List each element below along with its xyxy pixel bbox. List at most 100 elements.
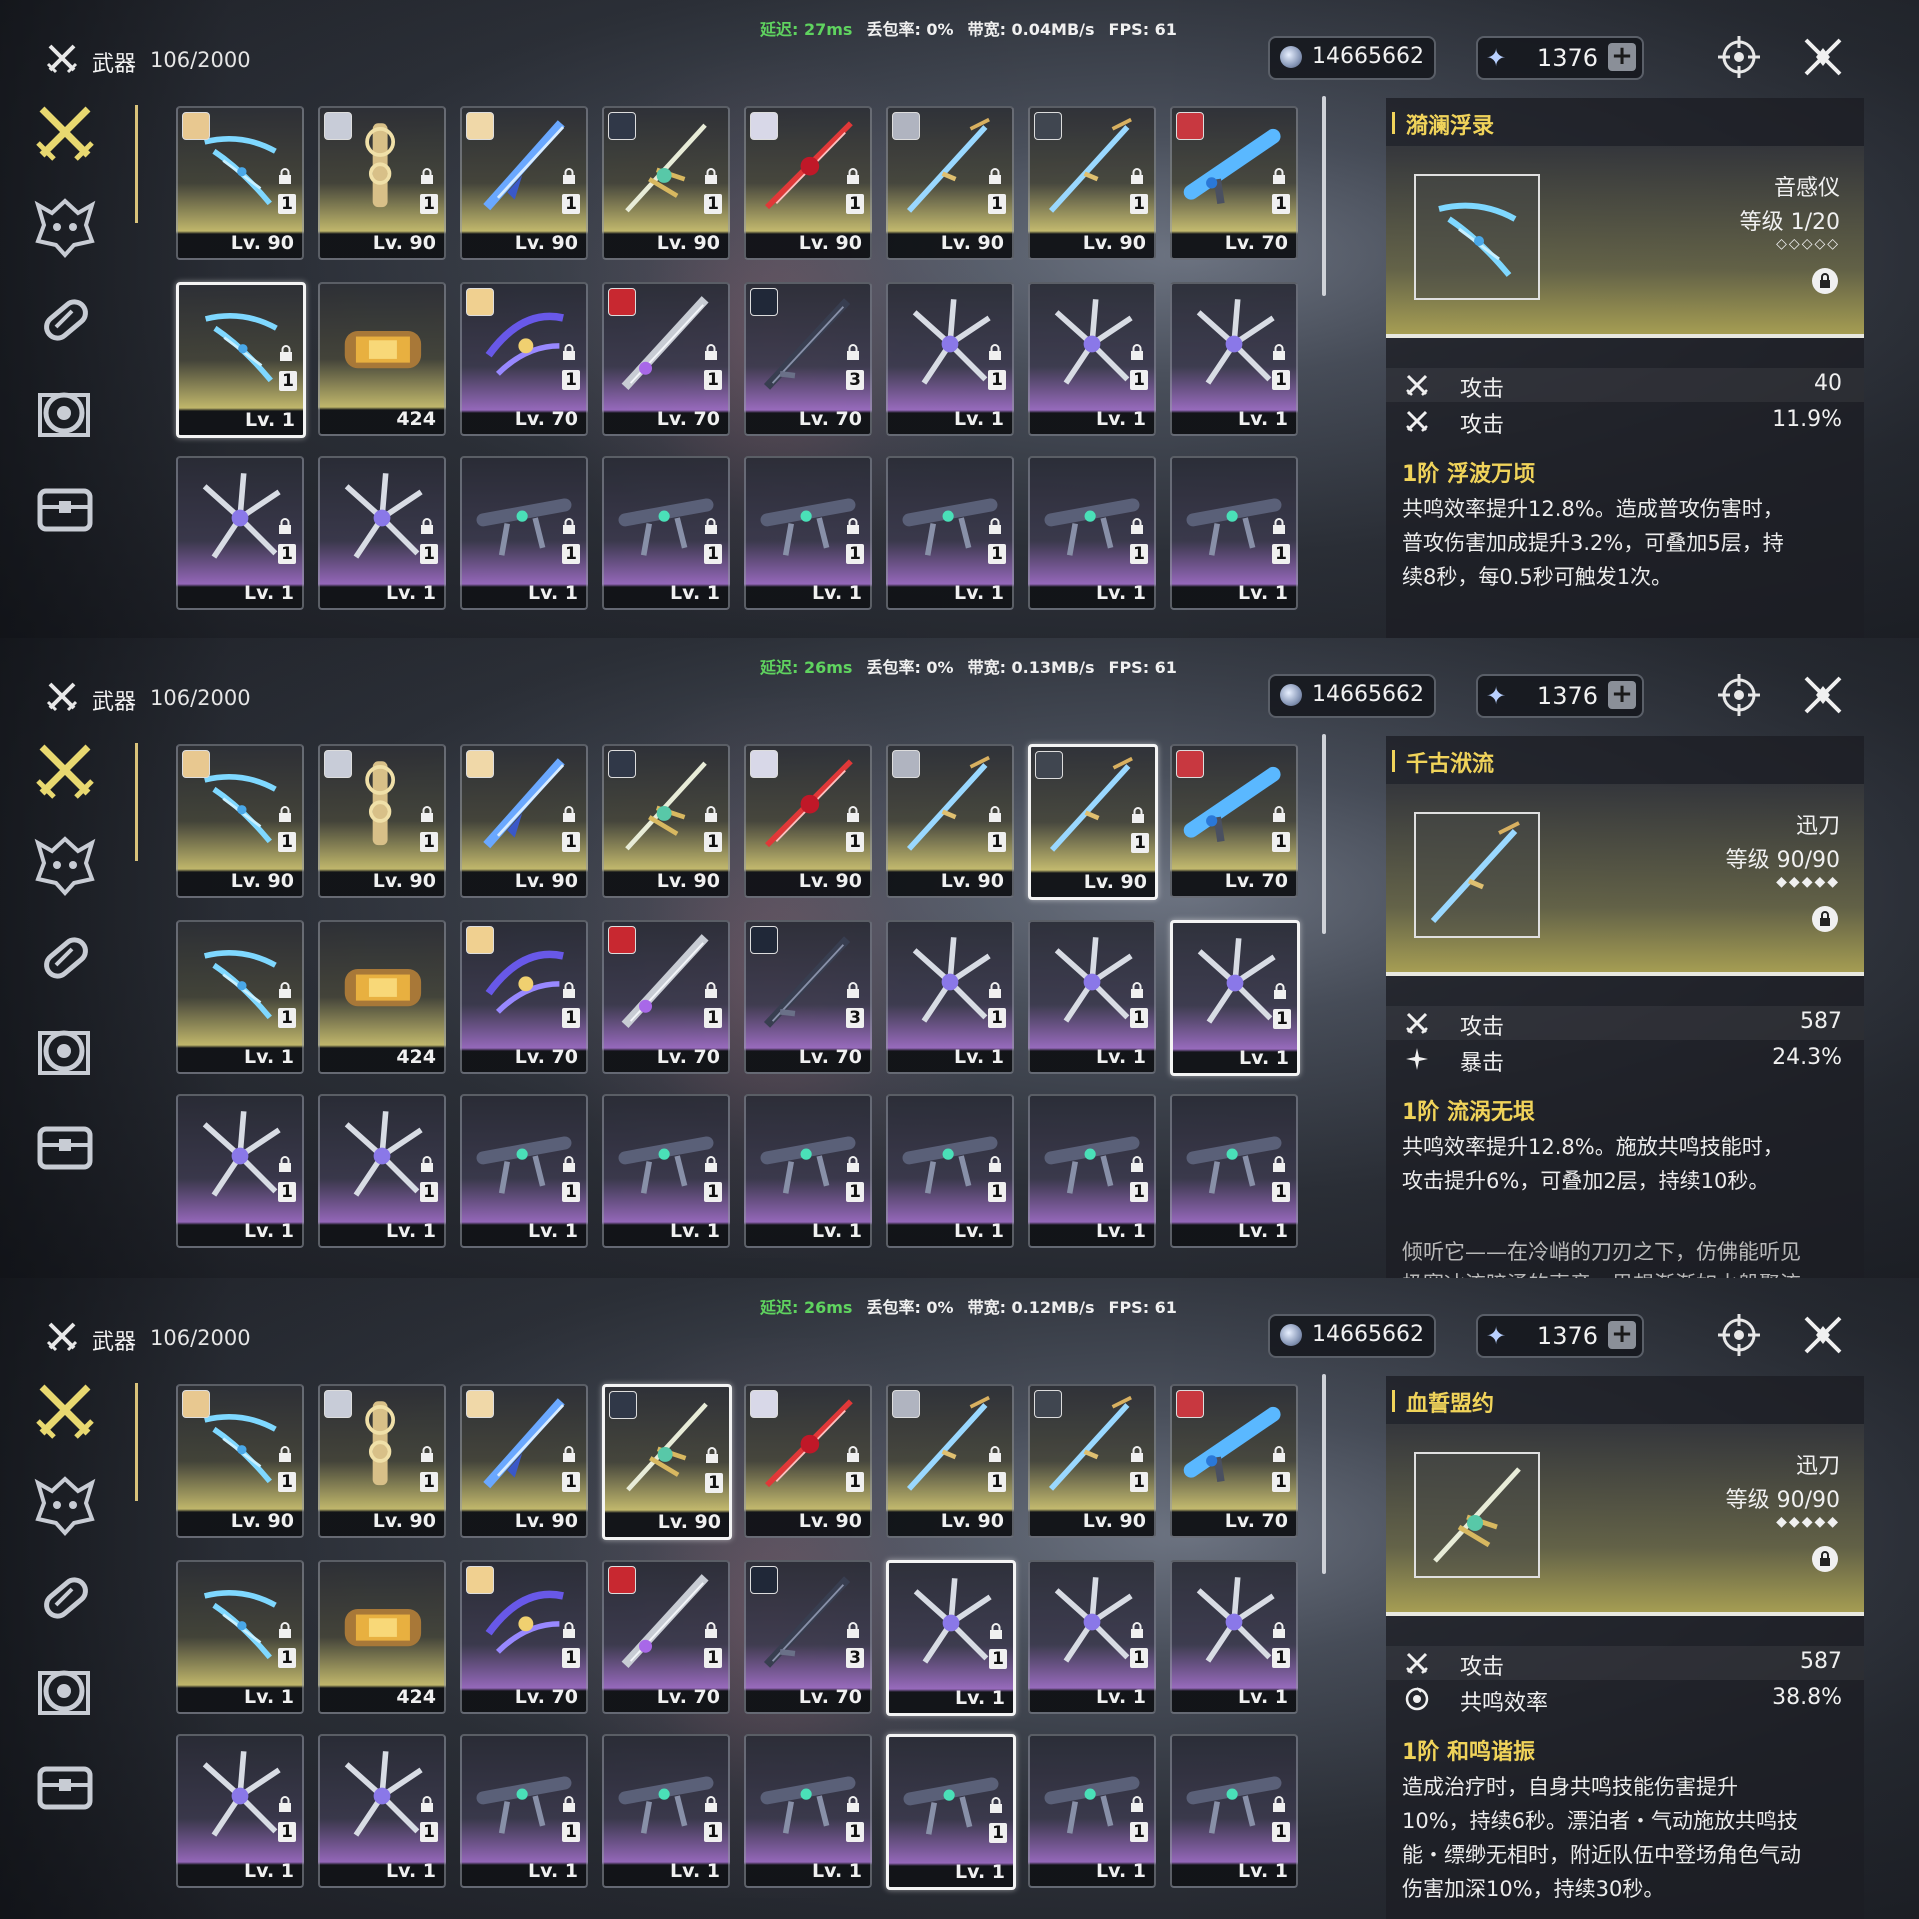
weapon-slot[interactable]: 1 Lv. 1 — [1028, 920, 1156, 1074]
weapon-slot[interactable]: 1 Lv. 90 — [886, 1384, 1014, 1538]
weapon-slot[interactable]: 1 Lv. 1 — [176, 282, 306, 438]
weapon-slot[interactable]: 1 Lv. 1 — [886, 282, 1014, 436]
weapon-slot[interactable]: 1 Lv. 1 — [1170, 920, 1300, 1076]
weapon-slot[interactable]: 3 Lv. 70 — [744, 282, 872, 436]
weapon-slot[interactable]: 1 Lv. 1 — [744, 1094, 872, 1248]
weapon-slot[interactable]: 1 Lv. 70 — [1170, 106, 1298, 260]
weapon-slot[interactable]: 1 Lv. 70 — [460, 1560, 588, 1714]
sidebar-item-chest[interactable] — [30, 1751, 100, 1821]
add-currency-button[interactable]: + — [1608, 1321, 1636, 1349]
lock-toggle-icon[interactable] — [1812, 268, 1838, 294]
weapon-slot[interactable]: 1 Lv. 90 — [886, 106, 1014, 260]
sidebar-item-development-gear[interactable] — [30, 379, 100, 449]
weapon-slot[interactable]: 1 Lv. 1 — [176, 920, 304, 1074]
weapon-slot[interactable]: 1 Lv. 90 — [176, 106, 304, 260]
weapon-slot[interactable]: 1 Lv. 1 — [1028, 1560, 1156, 1714]
sidebar-item-chest[interactable] — [30, 473, 100, 543]
weapon-slot[interactable]: 1 Lv. 1 — [886, 1560, 1016, 1716]
weapon-slot[interactable]: 1 Lv. 90 — [602, 1384, 732, 1540]
weapon-slot[interactable]: 1 Lv. 90 — [886, 744, 1014, 898]
weapon-slot[interactable]: 1 Lv. 90 — [460, 106, 588, 260]
guide-icon[interactable] — [1716, 34, 1762, 80]
coin-currency[interactable]: 14665662 — [1268, 674, 1436, 718]
sidebar-item-crossed-swords[interactable] — [30, 735, 100, 805]
add-currency-button[interactable]: + — [1608, 43, 1636, 71]
close-icon[interactable] — [1800, 1312, 1846, 1358]
sidebar-item-development-gear[interactable] — [30, 1657, 100, 1727]
guide-icon[interactable] — [1716, 672, 1762, 718]
sidebar-item-material-capsule[interactable] — [30, 1563, 100, 1633]
guide-icon[interactable] — [1716, 1312, 1762, 1358]
weapon-slot[interactable]: 1 Lv. 90 — [1028, 744, 1158, 900]
sidebar-item-echo-mask[interactable] — [30, 829, 100, 899]
weapon-slot[interactable]: 1 Lv. 70 — [602, 920, 730, 1074]
sidebar-item-material-capsule[interactable] — [30, 285, 100, 355]
weapon-slot[interactable]: 1 Lv. 1 — [1028, 282, 1156, 436]
weapon-slot[interactable]: 1 Lv. 90 — [744, 1384, 872, 1538]
weapon-slot[interactable]: 1 Lv. 1 — [886, 1094, 1014, 1248]
weapon-slot[interactable]: 1 Lv. 1 — [886, 456, 1014, 610]
sidebar-item-chest[interactable] — [30, 1111, 100, 1181]
sidebar-item-crossed-swords[interactable] — [30, 1375, 100, 1445]
sidebar-item-development-gear[interactable] — [30, 1017, 100, 1087]
weapon-slot[interactable]: 1 Lv. 1 — [1170, 1560, 1298, 1714]
weapon-slot[interactable]: 1 Lv. 90 — [1028, 106, 1156, 260]
weapon-slot[interactable]: 1 Lv. 90 — [744, 744, 872, 898]
weapon-slot[interactable]: 1 Lv. 90 — [1028, 1384, 1156, 1538]
weapon-slot[interactable]: 1 Lv. 70 — [460, 920, 588, 1074]
weapon-slot[interactable]: 1 Lv. 90 — [176, 1384, 304, 1538]
star-currency[interactable]: ✦ 1376 + — [1476, 1314, 1644, 1358]
weapon-slot[interactable]: 1 Lv. 70 — [1170, 1384, 1298, 1538]
weapon-slot[interactable]: 1 Lv. 90 — [176, 744, 304, 898]
weapon-slot[interactable]: 1 Lv. 1 — [176, 1560, 304, 1714]
grid-scrollbar[interactable] — [1322, 1374, 1326, 1574]
weapon-slot[interactable]: 1 Lv. 1 — [318, 1094, 446, 1248]
star-currency[interactable]: ✦ 1376 + — [1476, 674, 1644, 718]
weapon-slot[interactable]: 1 Lv. 90 — [318, 744, 446, 898]
weapon-slot[interactable]: 1 Lv. 90 — [744, 106, 872, 260]
weapon-slot[interactable]: 1 Lv. 1 — [602, 456, 730, 610]
weapon-slot[interactable]: 1 Lv. 70 — [1170, 744, 1298, 898]
weapon-slot[interactable]: 1 Lv. 1 — [176, 1094, 304, 1248]
weapon-slot[interactable]: 1 Lv. 70 — [602, 282, 730, 436]
grid-scrollbar[interactable] — [1322, 734, 1326, 934]
weapon-slot[interactable]: 1 Lv. 1 — [176, 1734, 304, 1888]
weapon-slot[interactable]: 1 Lv. 1 — [1028, 456, 1156, 610]
weapon-slot[interactable]: 1 Lv. 70 — [460, 282, 588, 436]
weapon-slot[interactable]: 1 Lv. 1 — [1170, 456, 1298, 610]
lock-toggle-icon[interactable] — [1812, 906, 1838, 932]
star-currency[interactable]: ✦ 1376 + — [1476, 36, 1644, 80]
weapon-slot[interactable]: 1 Lv. 1 — [460, 1094, 588, 1248]
coin-currency[interactable]: 14665662 — [1268, 36, 1436, 80]
weapon-slot[interactable]: 1 Lv. 70 — [602, 1560, 730, 1714]
weapon-slot[interactable]: 1 Lv. 1 — [460, 1734, 588, 1888]
weapon-slot[interactable]: 424 — [318, 1560, 446, 1714]
weapon-slot[interactable]: 1 Lv. 90 — [318, 106, 446, 260]
weapon-slot[interactable]: 1 Lv. 1 — [602, 1094, 730, 1248]
weapon-slot[interactable]: 1 Lv. 90 — [602, 744, 730, 898]
add-currency-button[interactable]: + — [1608, 681, 1636, 709]
close-icon[interactable] — [1800, 34, 1846, 80]
weapon-slot[interactable]: 1 Lv. 90 — [460, 1384, 588, 1538]
weapon-slot[interactable]: 1 Lv. 90 — [460, 744, 588, 898]
weapon-slot[interactable]: 1 Lv. 1 — [744, 1734, 872, 1888]
weapon-slot[interactable]: 3 Lv. 70 — [744, 920, 872, 1074]
weapon-slot[interactable]: 1 Lv. 1 — [886, 920, 1014, 1074]
weapon-slot[interactable]: 1 Lv. 1 — [1028, 1094, 1156, 1248]
weapon-slot[interactable]: 424 — [318, 282, 446, 436]
weapon-slot[interactable]: 1 Lv. 1 — [318, 1734, 446, 1888]
weapon-slot[interactable]: 1 Lv. 90 — [318, 1384, 446, 1538]
weapon-slot[interactable]: 1 Lv. 1 — [744, 456, 872, 610]
sidebar-item-material-capsule[interactable] — [30, 923, 100, 993]
weapon-slot[interactable]: 1 Lv. 1 — [176, 456, 304, 610]
close-icon[interactable] — [1800, 672, 1846, 718]
weapon-slot[interactable]: 1 Lv. 1 — [1028, 1734, 1156, 1888]
weapon-slot[interactable]: 3 Lv. 70 — [744, 1560, 872, 1714]
weapon-slot[interactable]: 1 Lv. 1 — [460, 456, 588, 610]
weapon-slot[interactable]: 1 Lv. 1 — [886, 1734, 1016, 1890]
weapon-slot[interactable]: 1 Lv. 1 — [318, 456, 446, 610]
weapon-slot[interactable]: 1 Lv. 1 — [1170, 1094, 1298, 1248]
weapon-slot[interactable]: 1 Lv. 1 — [1170, 282, 1298, 436]
weapon-slot[interactable]: 1 Lv. 1 — [602, 1734, 730, 1888]
weapon-slot[interactable]: 1 Lv. 1 — [1170, 1734, 1298, 1888]
